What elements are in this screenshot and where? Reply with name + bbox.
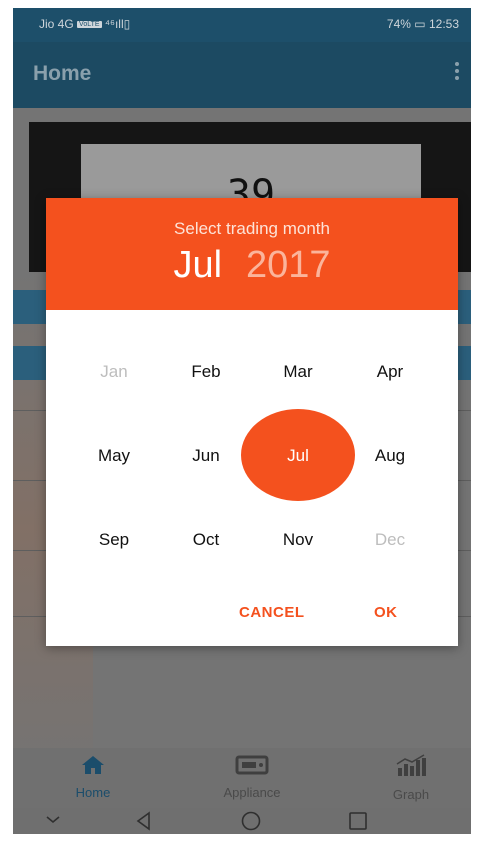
selected-year[interactable]: 2017 bbox=[246, 244, 331, 286]
month-jul[interactable]: Jul bbox=[253, 441, 343, 471]
status-bar: Jio 4G VoLTE ⁴⁶ıll▯ 74% ▭ 12:53 bbox=[13, 8, 471, 42]
status-left: Jio 4G VoLTE ⁴⁶ıll▯ bbox=[39, 17, 130, 31]
dialog-title: Select trading month bbox=[174, 219, 330, 238]
month-apr[interactable]: Apr bbox=[345, 357, 435, 387]
carrier-label: Jio 4G bbox=[39, 17, 74, 31]
month-feb[interactable]: Feb bbox=[161, 357, 251, 387]
month-nov[interactable]: Nov bbox=[253, 525, 343, 555]
bottom-navigation: Home Appliance Graph bbox=[13, 748, 471, 808]
home-icon bbox=[82, 756, 104, 774]
nav-appliance[interactable]: Appliance bbox=[192, 754, 312, 800]
back-icon[interactable] bbox=[133, 810, 155, 832]
month-jan: Jan bbox=[100, 362, 128, 381]
month-mar[interactable]: Mar bbox=[253, 357, 343, 387]
nav-home-label: Home bbox=[75, 785, 111, 800]
signal-icon: ⁴⁶ıll▯ bbox=[104, 17, 131, 31]
cancel-button[interactable]: CANCEL bbox=[239, 604, 305, 621]
recents-icon[interactable] bbox=[347, 810, 369, 832]
app-bar: Home bbox=[13, 42, 471, 108]
appliance-icon bbox=[235, 755, 269, 775]
month-may[interactable]: May bbox=[69, 441, 159, 471]
month-picker-dialog: Select trading month Jul 2017 Jan Feb Mar… bbox=[46, 198, 458, 646]
clock: 12:53 bbox=[428, 17, 459, 31]
nav-graph-label: Graph bbox=[392, 787, 430, 802]
nav-graph[interactable]: Graph bbox=[351, 754, 471, 802]
dialog-header: Select trading month Jul 2017 bbox=[46, 198, 458, 310]
month-dec: Dec bbox=[374, 530, 406, 549]
home-circle-icon[interactable] bbox=[239, 810, 263, 832]
battery-icon: ▭ bbox=[414, 17, 426, 31]
nav-appliance-label: Appliance bbox=[223, 785, 281, 800]
month-sep[interactable]: Sep bbox=[69, 525, 159, 555]
chevron-down-icon[interactable] bbox=[43, 810, 63, 830]
nav-home[interactable]: Home bbox=[33, 754, 153, 800]
selected-date: Jul 2017 bbox=[46, 244, 458, 287]
month-aug[interactable]: Aug bbox=[345, 441, 435, 471]
page-title: Home bbox=[33, 62, 92, 85]
selected-month[interactable]: Jul bbox=[173, 244, 222, 286]
month-oct[interactable]: Oct bbox=[161, 525, 251, 555]
status-right: 74% ▭ 12:53 bbox=[387, 17, 459, 31]
system-navigation-bar bbox=[13, 808, 471, 834]
battery-percent: 74% bbox=[386, 17, 411, 31]
overflow-menu-icon[interactable] bbox=[455, 62, 461, 83]
ok-button[interactable]: OK bbox=[374, 604, 398, 621]
month-jun[interactable]: Jun bbox=[161, 441, 251, 471]
volte-badge: VoLTE bbox=[77, 21, 102, 29]
graph-icon bbox=[396, 754, 426, 776]
